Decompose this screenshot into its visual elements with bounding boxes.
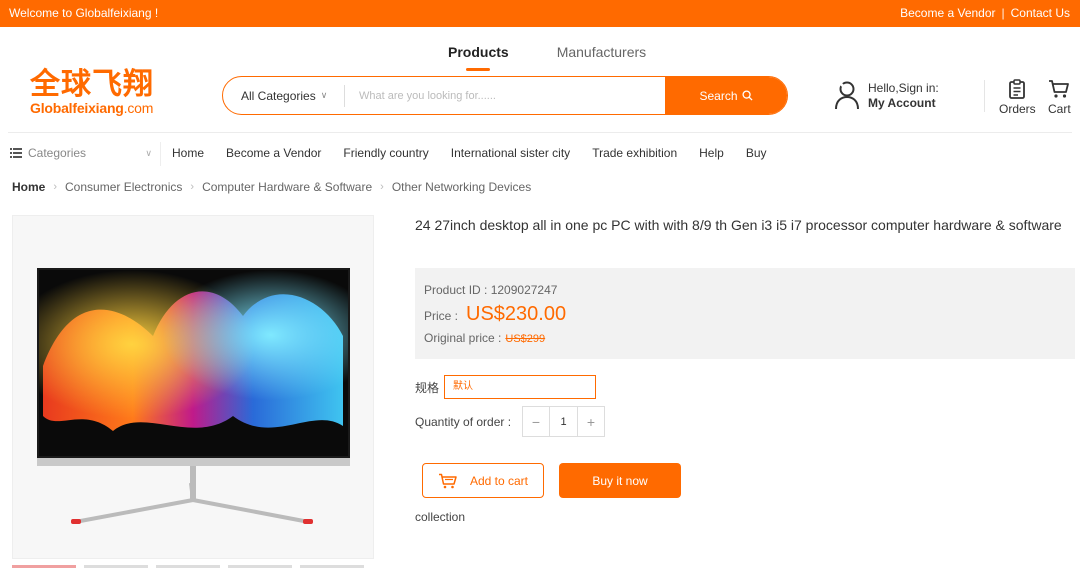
my-account-label: My Account (868, 96, 936, 110)
nav-links: Home Become a Vendor Friendly country In… (172, 146, 789, 160)
add-to-cart-button[interactable]: Add to cart (422, 463, 544, 498)
product-id-label: Product ID : (424, 283, 488, 297)
nav-item-become-vendor[interactable]: Become a Vendor (226, 146, 321, 160)
nav-item-home[interactable]: Home (172, 146, 204, 160)
logo-en-suffix: .com (123, 100, 154, 116)
increase-button[interactable]: + (577, 407, 604, 436)
become-vendor-link[interactable]: Become a Vendor (900, 6, 995, 20)
price: Price : US$230.00 (424, 303, 566, 326)
main-nav: Categories ∨ Home Become a Vendor Friend… (0, 142, 1080, 166)
original-price: Original price : US$299 (424, 331, 545, 345)
price-box: Product ID : 1209027247 Price : US$230.00… (415, 268, 1075, 359)
chevron-down-icon: ∨ (320, 90, 328, 100)
quantity-stepper: − 1 + (522, 406, 605, 437)
top-bar: Welcome to Globalfeixiang ! Become a Ven… (0, 0, 1080, 27)
categories-menu[interactable]: Categories ∨ (10, 146, 152, 160)
nav-item-sister-city[interactable]: International sister city (451, 146, 570, 160)
search-button[interactable]: Search (665, 77, 787, 114)
header-tabs: Products Manufacturers (448, 44, 646, 71)
header-divider-line (8, 132, 1072, 133)
breadcrumb-computer-hardware[interactable]: Computer Hardware & Software (202, 180, 372, 194)
account-greeting: Hello,Sign in: (868, 81, 939, 95)
collection-link[interactable]: collection (415, 510, 465, 524)
original-price-label: Original price : (424, 331, 502, 345)
price-label: Price : (424, 309, 459, 323)
spec-option[interactable]: 默认 (444, 375, 596, 399)
search-button-label: Search (699, 88, 738, 103)
quantity-label: Quantity of order : (415, 415, 512, 429)
top-separator: | (1001, 6, 1005, 20)
breadcrumb: Home › Consumer Electronics › Computer H… (12, 180, 531, 194)
buy-now-button[interactable]: Buy it now (559, 463, 681, 498)
product-id: Product ID : 1209027247 (424, 283, 557, 297)
cart-icon (438, 473, 457, 488)
orders-label: Orders (999, 102, 1036, 116)
cart-icon (1049, 80, 1070, 98)
chevron-right-icon: › (53, 181, 58, 193)
category-select-label: All Categories (241, 88, 316, 103)
logo-en-main: Globalfeixiang (30, 100, 124, 116)
chevron-down-icon: ∨ (145, 148, 152, 158)
nav-item-friendly-country[interactable]: Friendly country (343, 146, 428, 160)
category-select[interactable]: All Categories ∨ (223, 84, 345, 107)
chevron-right-icon: › (190, 181, 195, 193)
site-logo[interactable]: 全球飞翔 Globalfeixiang.com (30, 70, 170, 120)
menu-icon (10, 148, 22, 158)
tab-products[interactable]: Products (448, 44, 509, 71)
decrease-button[interactable]: − (523, 407, 550, 436)
tab-manufacturers[interactable]: Manufacturers (557, 44, 646, 60)
account-link[interactable]: Hello,Sign in: My Account (834, 80, 939, 111)
search-icon (741, 90, 753, 101)
search-bar: All Categories ∨ Search (222, 76, 788, 115)
breadcrumb-consumer-electronics[interactable]: Consumer Electronics (65, 180, 182, 194)
categories-label: Categories (28, 146, 87, 160)
nav-item-trade-exhibition[interactable]: Trade exhibition (592, 146, 677, 160)
header-divider (984, 80, 985, 112)
cart-label: Cart (1048, 102, 1071, 116)
nav-item-help[interactable]: Help (699, 146, 724, 160)
breadcrumb-networking-devices[interactable]: Other Networking Devices (392, 180, 531, 194)
logo-english-text: Globalfeixiang.com (30, 100, 170, 116)
chevron-right-icon: › (380, 181, 384, 193)
breadcrumb-home[interactable]: Home (12, 180, 45, 194)
search-input[interactable] (345, 77, 665, 114)
monitor-image (37, 268, 350, 524)
product-id-value: 1209027247 (490, 283, 558, 297)
orders-link[interactable]: Orders (999, 79, 1036, 116)
original-price-value: US$299 (505, 333, 546, 345)
product-image[interactable] (12, 215, 374, 559)
nav-divider (160, 142, 161, 166)
nav-item-buy[interactable]: Buy (746, 146, 767, 160)
contact-us-link[interactable]: Contact Us (1011, 6, 1070, 20)
quantity-value[interactable]: 1 (550, 407, 577, 436)
clipboard-icon (1009, 79, 1026, 99)
logo-chinese-text: 全球飞翔 (30, 67, 154, 102)
user-icon (835, 81, 859, 110)
spec-label: 规格 (415, 381, 440, 395)
top-links: Become a Vendor | Contact Us (900, 6, 1070, 20)
product-title: 24 27inch desktop all in one pc PC with … (415, 217, 1062, 233)
add-to-cart-label: Add to cart (469, 473, 529, 488)
price-value: US$230.00 (466, 303, 567, 325)
cart-link[interactable]: Cart (1048, 79, 1071, 116)
welcome-text: Welcome to Globalfeixiang ! (9, 6, 159, 20)
